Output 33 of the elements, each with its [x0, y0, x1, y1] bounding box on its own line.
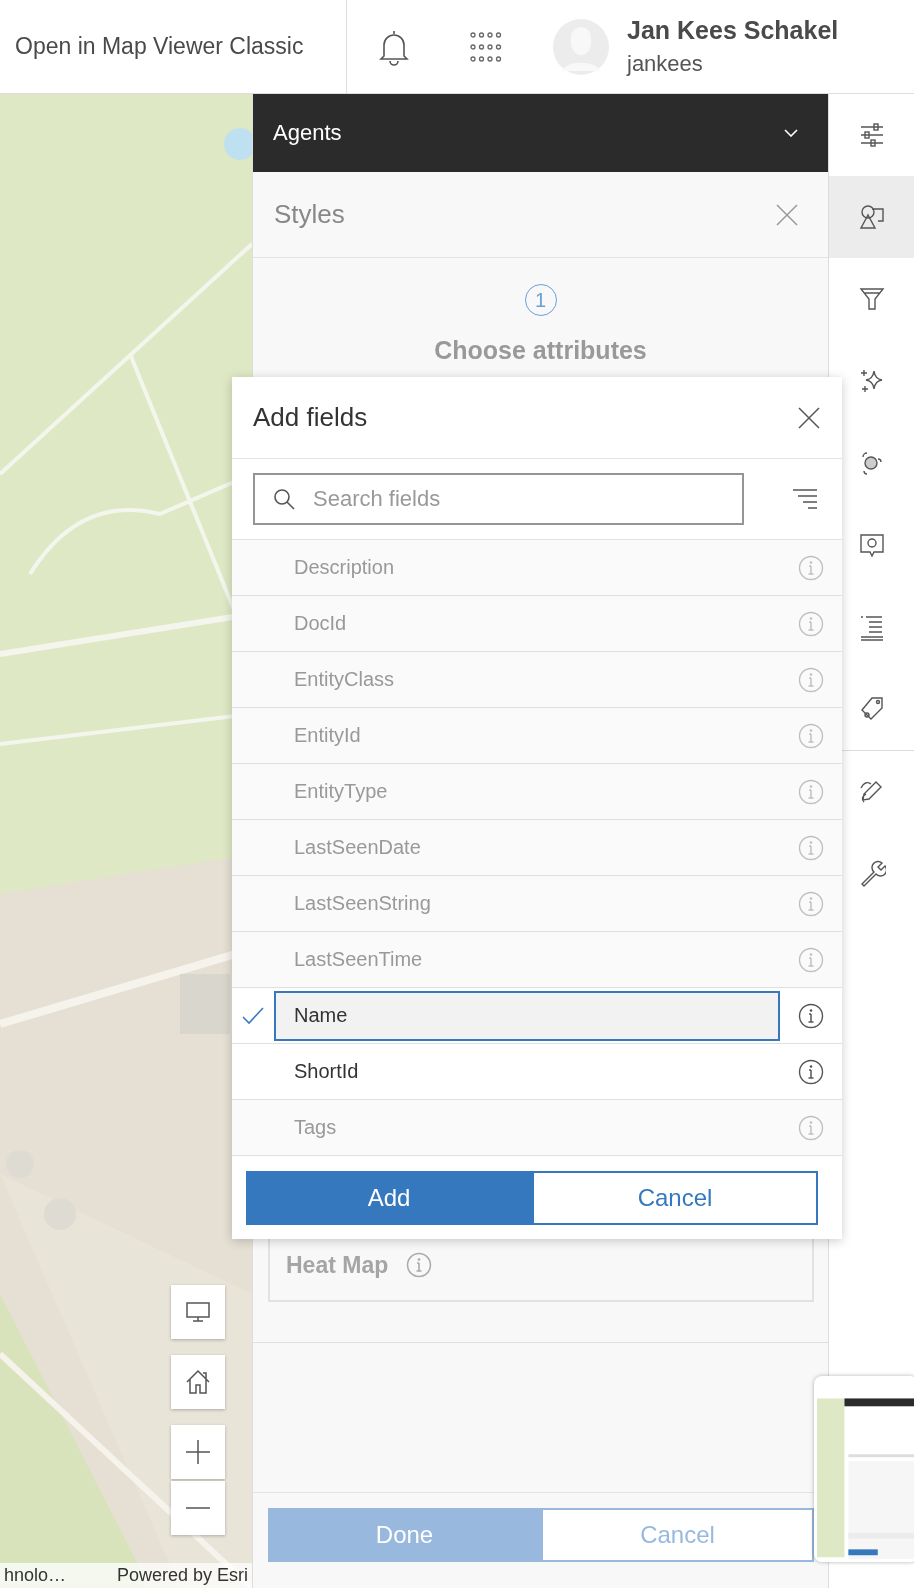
attribution-text: hnolo… — [4, 1565, 67, 1586]
username: jankees — [627, 51, 704, 77]
shapes-icon — [857, 203, 886, 231]
map-viewer-classic-link[interactable]: Open in Map Viewer Classic — [0, 0, 347, 93]
cancel-button[interactable]: Cancel — [532, 1171, 818, 1225]
sort-icon[interactable] — [792, 488, 818, 510]
user-name: Jan Kees Schakel — [627, 16, 839, 45]
dialog-title: Add fields — [253, 402, 368, 433]
rail-button[interactable] — [829, 176, 914, 258]
field-item[interactable]: Name — [274, 990, 780, 1041]
style-name: Heat Map — [286, 1252, 389, 1279]
minus-icon — [185, 1506, 211, 1510]
add-button[interactable]: Add — [246, 1171, 532, 1225]
attribution-text: Powered by Esri — [116, 1565, 248, 1586]
apps-grid-icon[interactable] — [469, 29, 503, 64]
search-field[interactable]: Search fields — [253, 473, 744, 525]
info-icon[interactable] — [798, 1058, 824, 1085]
step-title: Choose attributes — [434, 336, 647, 365]
home-button[interactable] — [171, 1355, 225, 1409]
search-icon — [273, 488, 295, 510]
fullscreen-button[interactable] — [171, 1285, 225, 1339]
info-icon[interactable] — [798, 1002, 824, 1029]
monitor-icon — [185, 1301, 211, 1323]
gear-bubble-icon — [857, 531, 886, 559]
zoom-in-button[interactable] — [171, 1425, 225, 1479]
panel-title: Styles — [274, 199, 345, 230]
filter-icon — [857, 285, 886, 313]
chevron-down-icon — [784, 129, 798, 137]
close-icon[interactable] — [798, 406, 820, 429]
layer-selector[interactable]: Agents — [253, 94, 828, 172]
plus-icon — [185, 1439, 211, 1465]
home-icon — [185, 1369, 211, 1395]
field-item[interactable]: ShortId — [274, 1046, 780, 1097]
